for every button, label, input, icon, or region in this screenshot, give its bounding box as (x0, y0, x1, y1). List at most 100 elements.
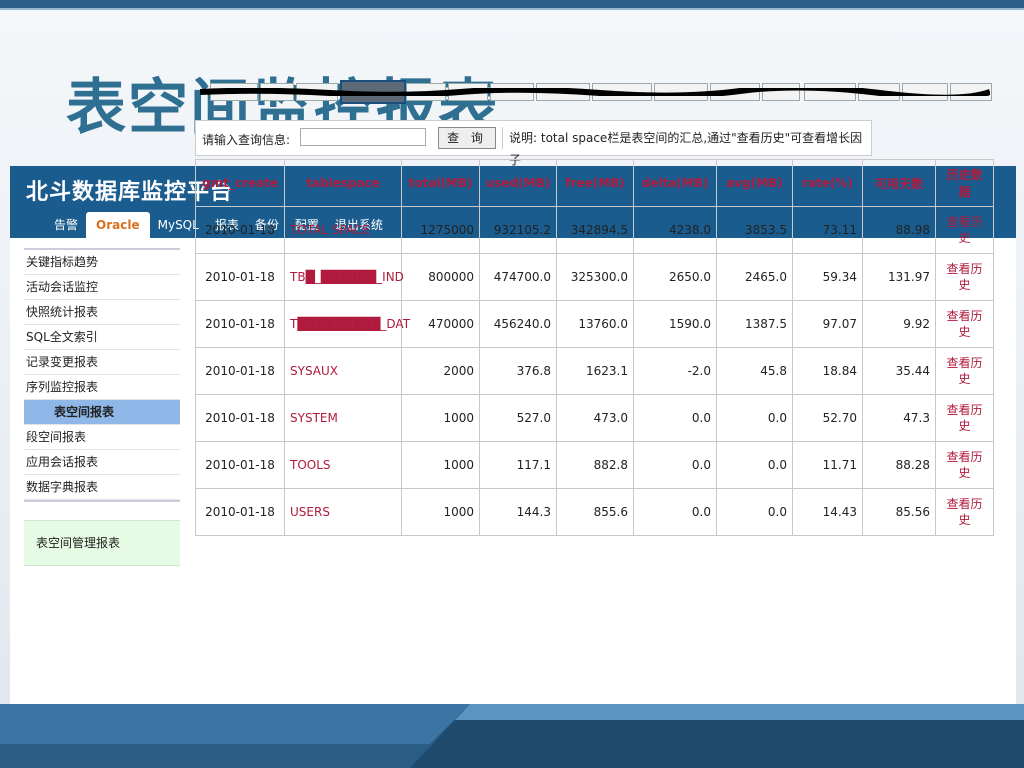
sidebar-item-3[interactable]: SQL全文索引 (24, 325, 180, 350)
table-cell: SYSTEM (284, 394, 402, 442)
table-cell: TOTAL SPACE (284, 206, 402, 254)
sidebar-menu: 关键指标趋势 活动会话监控 快照统计报表 SQL全文索引 记录变更报表 序列监控报表 表空间… (24, 248, 180, 502)
sidebar-item-4[interactable]: 记录变更报表 (24, 350, 180, 375)
table-cell: 59.34 (792, 253, 863, 301)
table-cell: 800000 (401, 253, 480, 301)
table-cell: 45.8 (716, 347, 793, 395)
table-cell: 144.3 (479, 488, 557, 536)
table-cell: 1623.1 (556, 347, 634, 395)
view-history-link[interactable]: 查看历史 (935, 253, 994, 301)
column-header-5: delta(MB) (633, 159, 717, 207)
redaction-mark (200, 88, 990, 96)
table-cell: 2010-01-18 (195, 488, 285, 536)
sidebar-item-8[interactable]: 应用会话报表 (24, 450, 180, 475)
table-cell: 2010-01-18 (195, 300, 285, 348)
query-button[interactable]: 查 询 (438, 127, 496, 149)
table-cell: 2010-01-18 (195, 347, 285, 395)
table-cell: 0.0 (716, 488, 793, 536)
sidebar: 关键指标趋势 活动会话监控 快照统计报表 SQL全文索引 记录变更报表 序列监控报表 表空间… (24, 248, 180, 566)
sidebar-item-7[interactable]: 段空间报表 (24, 425, 180, 450)
table-cell: 932105.2 (479, 206, 557, 254)
table-cell: 88.28 (862, 441, 936, 489)
table-cell: 0.0 (716, 441, 793, 489)
nav-item-0[interactable]: 告警 (46, 212, 86, 238)
table-cell: 1387.5 (716, 300, 793, 348)
sidebar-item-6[interactable]: 表空间报表 (24, 400, 180, 425)
query-input[interactable] (300, 128, 426, 146)
slide-footer-decoration (0, 704, 1024, 768)
view-history-link[interactable]: 查看历史 (935, 441, 994, 489)
table-cell: 1000 (401, 441, 480, 489)
table-cell: 855.6 (556, 488, 634, 536)
nav-item-1[interactable]: Oracle (86, 212, 150, 238)
table-cell: 2010-01-18 (195, 394, 285, 442)
table-cell: 0.0 (633, 488, 717, 536)
table-cell: 18.84 (792, 347, 863, 395)
table-cell: 2465.0 (716, 253, 793, 301)
table-cell: 4238.0 (633, 206, 717, 254)
table-cell: 73.11 (792, 206, 863, 254)
column-header-9: 历史数据 (935, 159, 994, 207)
column-header-3: used(MB) (479, 159, 557, 207)
column-header-7: rate(%) (792, 159, 863, 207)
table-cell: TB█_██████_IND (284, 253, 404, 301)
sidebar-item-5[interactable]: 序列监控报表 (24, 375, 180, 400)
table-cell: 882.8 (556, 441, 634, 489)
sidebar-item-9[interactable]: 数据字典报表 (24, 475, 180, 500)
view-history-link[interactable]: 查看历史 (935, 300, 994, 348)
view-history-link[interactable]: 查看历史 (935, 394, 994, 442)
table-cell: 2010-01-18 (195, 253, 285, 301)
table-cell: 85.56 (862, 488, 936, 536)
sidebar-tablespace-mgmt-report[interactable]: 表空间管理报表 (24, 520, 180, 566)
view-history-link[interactable]: 查看历史 (935, 488, 994, 536)
table-cell: 527.0 (479, 394, 557, 442)
table-row: 2010-01-18 USERS 1000 144.3 855.6 0.0 0.0 14.43… (195, 488, 994, 536)
column-header-0: gmt_create (195, 159, 285, 207)
table-row: 2010-01-18 TOTAL SPACE 1275000 932105.2 3428… (195, 206, 994, 254)
table-cell: 2010-01-18 (195, 206, 285, 254)
table-cell: 88.98 (862, 206, 936, 254)
table-cell: 13760.0 (556, 300, 634, 348)
table-cell: 14.43 (792, 488, 863, 536)
table-row: 2010-01-18 TB█_██████_IND 800000 474700.0 32… (195, 253, 994, 301)
table-cell: 1590.0 (633, 300, 717, 348)
view-history-link[interactable]: 查看历史 (935, 347, 994, 395)
table-cell: 474700.0 (479, 253, 557, 301)
table-cell: 52.70 (792, 394, 863, 442)
view-history-link[interactable]: 查看历史 (935, 206, 994, 254)
table-cell: 0.0 (716, 394, 793, 442)
table-cell: 35.44 (862, 347, 936, 395)
table-cell: 342894.5 (556, 206, 634, 254)
sidebar-item-2[interactable]: 快照统计报表 (24, 300, 180, 325)
query-note: 说明: total space栏是表空间的汇总,通过"查看历史"可查看增长因子 (502, 127, 871, 167)
column-header-1: tablespace (284, 159, 402, 207)
table-cell: USERS (284, 488, 402, 536)
table-cell: 2010-01-18 (195, 441, 285, 489)
column-header-8: 可用天数 (862, 159, 936, 207)
column-header-6: avg(MB) (716, 159, 793, 207)
sidebar-item-0[interactable]: 关键指标趋势 (24, 250, 180, 275)
table-cell: 325300.0 (556, 253, 634, 301)
table-row: 2010-01-18 TOOLS 1000 117.1 882.8 0.0 0.0 11.71… (195, 441, 994, 489)
table-row: 2010-01-18 SYSTEM 1000 527.0 473.0 0.0 0.0 52.7… (195, 394, 994, 442)
table-cell: 47.3 (862, 394, 936, 442)
table-cell: 473.0 (556, 394, 634, 442)
table-cell: 470000 (401, 300, 480, 348)
table-cell: T█████████_DAT (284, 300, 410, 348)
sidebar-item-1[interactable]: 活动会话监控 (24, 275, 180, 300)
table-cell: 9.92 (862, 300, 936, 348)
table-cell: TOOLS (284, 441, 402, 489)
slide-top-bar (0, 0, 1024, 10)
table-cell: 131.97 (862, 253, 936, 301)
table-cell: 1000 (401, 394, 480, 442)
table-cell: 2650.0 (633, 253, 717, 301)
tablespace-table: gmt_create tablespace total(MB) used(MB) fre… (195, 159, 994, 536)
table-cell: 97.07 (792, 300, 863, 348)
table-row: 2010-01-18 SYSAUX 2000 376.8 1623.1 -2.0 45.8 1… (195, 347, 994, 395)
table-cell: 11.71 (792, 441, 863, 489)
table-cell: 1275000 (401, 206, 480, 254)
column-header-4: free(MB) (556, 159, 634, 207)
table-cell: -2.0 (633, 347, 717, 395)
table-cell: 3853.5 (716, 206, 793, 254)
table-cell: SYSAUX (284, 347, 402, 395)
